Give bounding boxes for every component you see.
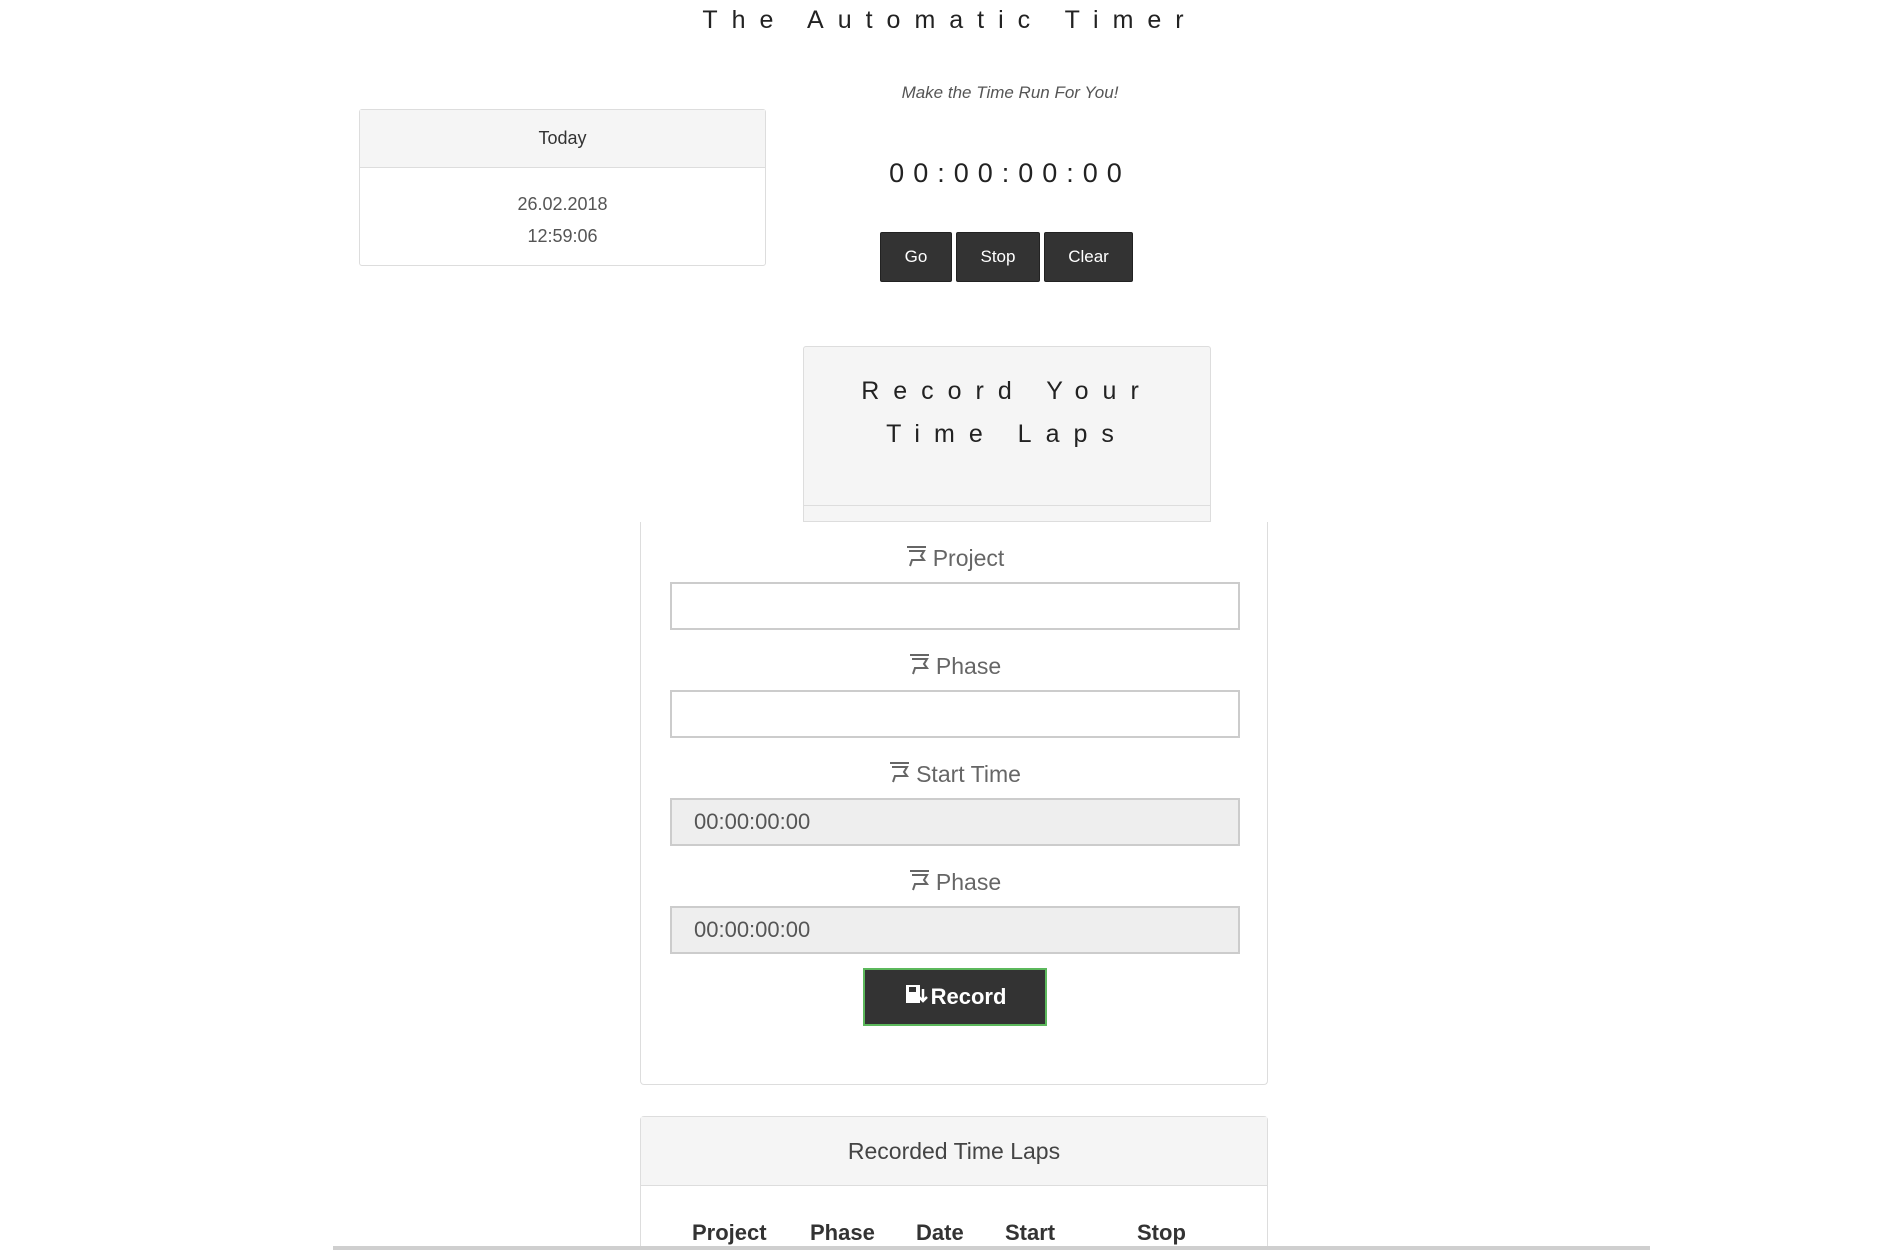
today-header: Today — [360, 110, 765, 168]
phase-time-label: Phase — [641, 868, 1267, 898]
today-time: 12:59:06 — [527, 226, 598, 246]
column-header-project: Project — [692, 1220, 767, 1245]
today-date: 26.02.2018 — [517, 194, 608, 214]
go-button[interactable]: Go — [880, 232, 952, 282]
project-label-text: Project — [932, 545, 1005, 571]
column-header-date: Date — [916, 1220, 964, 1245]
timer-display: 00:00:00:00 — [889, 158, 1131, 188]
start-time-field[interactable] — [670, 798, 1240, 846]
project-label: Project — [641, 544, 1267, 574]
column-header-phase: Phase — [810, 1220, 875, 1245]
app-title: The Automatic Timer — [702, 6, 1198, 34]
divider — [804, 505, 1210, 506]
record-form: Project Phase Start Time Phase Record — [640, 522, 1268, 1085]
phase-label: Phase — [641, 652, 1267, 682]
pin-icon — [907, 652, 933, 682]
column-header-stop: Stop — [1137, 1220, 1186, 1245]
phase-input[interactable] — [670, 690, 1240, 738]
clear-button[interactable]: Clear — [1044, 232, 1133, 282]
start-time-label-text: Start Time — [916, 761, 1021, 787]
stop-button[interactable]: Stop — [956, 232, 1040, 282]
phase-time-field[interactable] — [670, 906, 1240, 954]
tagline: Make the Time Run For You! — [901, 83, 1119, 102]
pin-icon — [907, 868, 933, 898]
save-icon — [904, 973, 930, 1027]
phase-label-text: Phase — [935, 653, 1002, 679]
today-body: 26.02.2018 12:59:06 — [360, 168, 765, 252]
start-time-label: Start Time — [641, 760, 1267, 790]
record-heading-panel: Record Your Time Laps — [803, 346, 1211, 522]
recorded-laps-header: Recorded Time Laps — [641, 1117, 1267, 1186]
record-heading-line1: Record Your — [861, 377, 1153, 405]
horizontal-scrollbar[interactable] — [333, 1246, 1650, 1250]
page: The Automatic Timer Make the Time Run Fo… — [0, 0, 1900, 1250]
pin-icon — [887, 760, 913, 790]
column-header-start: Start — [1005, 1220, 1056, 1245]
record-button-label: Record — [930, 984, 1007, 1009]
record-button[interactable]: Record — [863, 968, 1047, 1026]
project-input[interactable] — [670, 582, 1240, 630]
pin-icon — [904, 544, 930, 574]
record-heading-line2: Time Laps — [886, 420, 1128, 448]
phase-time-label-text: Phase — [935, 869, 1002, 895]
today-panel: Today 26.02.2018 12:59:06 — [359, 109, 766, 266]
